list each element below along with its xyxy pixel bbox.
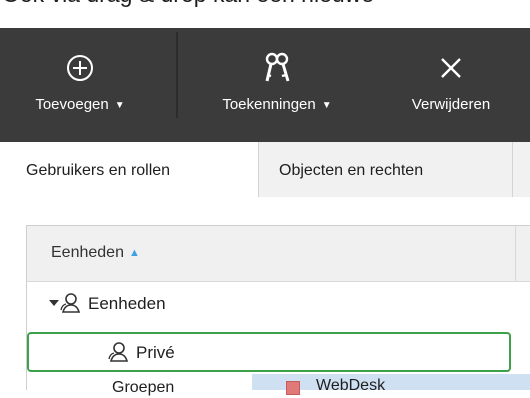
expand-toggle-icon[interactable] bbox=[49, 300, 59, 306]
add-button-label: Toevoegen ▼ bbox=[35, 96, 125, 113]
tab-objects-and-rights[interactable]: Objecten en rechten bbox=[258, 142, 513, 197]
tab-users-and-roles[interactable]: Gebruikers en rollen bbox=[0, 142, 258, 197]
tree-row-units[interactable]: Eenheden bbox=[27, 282, 530, 328]
unit-user-icon bbox=[108, 342, 129, 362]
sort-ascending-icon: ▲ bbox=[128, 247, 140, 259]
column-separator[interactable] bbox=[515, 226, 516, 282]
grants-button-label: Toekenningen ▼ bbox=[222, 96, 332, 113]
delete-button[interactable]: Verwijderen bbox=[372, 28, 530, 142]
add-button[interactable]: Toevoegen ▼ bbox=[0, 28, 160, 142]
tree-row-label: Privé bbox=[136, 343, 175, 362]
close-icon bbox=[441, 58, 461, 78]
grants-button[interactable]: Toekenningen ▼ bbox=[188, 28, 366, 142]
keys-icon bbox=[265, 52, 290, 82]
tree-row-partial[interactable]: Groepen bbox=[112, 378, 174, 398]
tree-row-prive[interactable]: Privé bbox=[27, 332, 511, 372]
unit-user-icon bbox=[60, 293, 81, 313]
instruction-text: Ook via drag & drop kan een nieuwe bbox=[2, 0, 374, 8]
toolbar-separator bbox=[176, 32, 178, 118]
tree-row-label: Eenheden bbox=[88, 294, 166, 313]
tree-header: Eenheden ▲ bbox=[27, 226, 530, 282]
drag-item[interactable]: WebDesk bbox=[252, 374, 530, 395]
chevron-down-icon: ▼ bbox=[114, 100, 125, 111]
tab-bar-filler bbox=[513, 142, 530, 197]
tab-bar: Gebruikers en rollen Objecten en rechten bbox=[0, 142, 530, 197]
delete-button-label: Verwijderen bbox=[411, 96, 491, 113]
document-icon bbox=[286, 381, 300, 395]
plus-circle-icon bbox=[67, 55, 93, 81]
drag-item-label: WebDesk bbox=[316, 377, 386, 394]
toolbar: Toevoegen ▼ Toekenningen ▼ Verwijderen bbox=[0, 28, 530, 142]
column-header-units[interactable]: Eenheden ▲ bbox=[51, 226, 140, 280]
chevron-down-icon: ▼ bbox=[321, 100, 332, 111]
